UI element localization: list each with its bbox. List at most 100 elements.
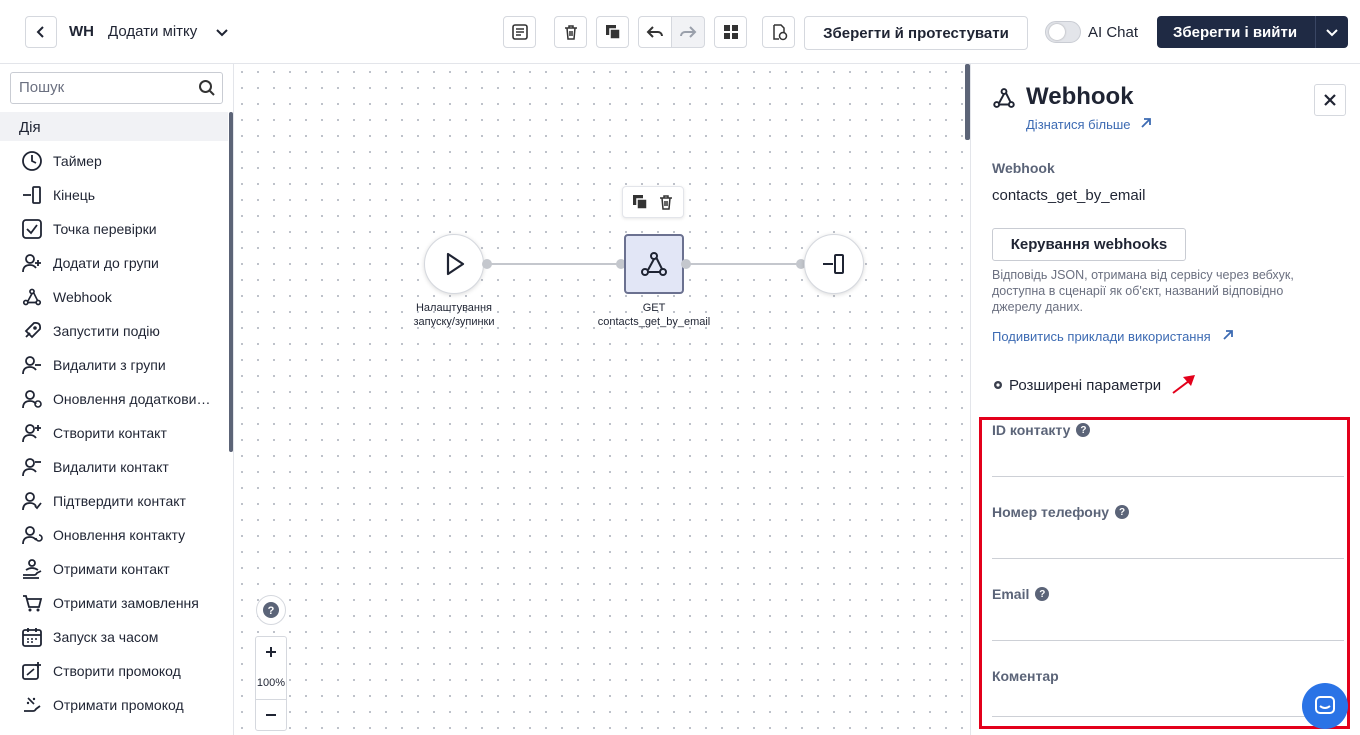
trash-icon <box>564 25 577 40</box>
sidebar-item-label: Webhook <box>53 289 112 305</box>
red-arrow-annotation <box>1172 375 1196 394</box>
flow-canvas[interactable]: Налаштування запуску/зупинки GET contact… <box>234 64 966 735</box>
phone-input[interactable] <box>992 558 1344 559</box>
field-phone-text: Номер телефону <box>992 504 1110 520</box>
update-contact-icon <box>21 524 43 546</box>
add-group-icon <box>21 252 43 274</box>
undo-button[interactable] <box>638 16 672 48</box>
copy-icon <box>605 25 621 40</box>
sidebar-item[interactable]: Оновлення додаткови… <box>0 382 228 416</box>
delete-button[interactable] <box>554 16 587 48</box>
sidebar-item-label: Підтвердити контакт <box>53 493 186 509</box>
node-toolbar <box>622 186 684 218</box>
sidebar-item[interactable]: Точка перевірки <box>0 212 228 246</box>
advanced-params-label: Розширені параметри <box>1009 376 1162 394</box>
sidebar-item[interactable]: Запуск за часом <box>0 620 228 654</box>
version-button[interactable] <box>762 16 795 48</box>
panel-title: Webhook <box>1026 83 1134 110</box>
sidebar-item[interactable]: Webhook <box>0 280 228 314</box>
sidebar-item-label: Оновлення додаткови… <box>53 391 211 407</box>
help-icon[interactable]: ? <box>1076 423 1091 437</box>
get-contact-icon <box>21 558 43 580</box>
start-node-port[interactable] <box>482 259 492 269</box>
comment-input[interactable] <box>992 716 1344 717</box>
help-icon[interactable]: ? <box>1035 587 1050 601</box>
usage-examples-link[interactable]: Подивитись приклади використання <box>992 329 1234 344</box>
sidebar-item-label: Видалити з групи <box>53 357 166 373</box>
search-icon[interactable] <box>198 79 216 97</box>
zoom-in-button[interactable] <box>255 636 287 668</box>
sidebar-item[interactable]: Таймер <box>0 144 228 178</box>
sidebar-item-label: Кінець <box>53 187 96 203</box>
trash-icon[interactable] <box>657 193 675 211</box>
save-and-test-button[interactable]: Зберегти й протестувати <box>804 16 1028 50</box>
sidebar-item-label: Отримати контакт <box>53 561 170 577</box>
help-button[interactable]: ? <box>256 595 286 625</box>
redo-button[interactable] <box>671 16 705 48</box>
back-button[interactable] <box>25 16 57 48</box>
advanced-params-toggle[interactable]: Розширені параметри <box>992 374 1197 396</box>
learn-more-label: Дізнатися більше <box>1026 117 1131 132</box>
external-link-icon <box>1223 330 1234 340</box>
sidebar-scrollbar[interactable] <box>229 112 233 452</box>
zoom-out-button[interactable] <box>255 699 287 731</box>
search-input[interactable] <box>19 79 189 96</box>
chevron-down-icon[interactable] <box>1325 25 1339 39</box>
add-contact-icon <box>21 422 43 444</box>
webhook-node-out-port[interactable] <box>681 259 691 269</box>
sidebar-item[interactable]: Створити контакт <box>0 416 228 450</box>
webhook-node-name: contacts_get_by_email <box>597 316 711 328</box>
sidebar-item-label: Точка перевірки <box>53 221 157 237</box>
sidebar-item[interactable]: Видалити з групи <box>0 348 228 382</box>
webhook-node[interactable] <box>624 234 684 294</box>
sidebar-item[interactable]: Видалити контакт <box>0 450 228 484</box>
help-icon[interactable]: ? <box>1115 505 1130 519</box>
copy-button[interactable] <box>596 16 629 48</box>
manage-webhooks-button[interactable]: Керування webhooks <box>992 228 1186 261</box>
field-label-email: Email ? <box>992 586 1050 602</box>
close-button[interactable] <box>1314 84 1346 116</box>
webhook-description: Відповідь JSON, отримана від сервісу чер… <box>992 268 1294 314</box>
chevron-down-icon[interactable] <box>214 24 230 40</box>
field-label-phone: Номер телефону ? <box>992 504 1130 520</box>
support-chat-button[interactable] <box>1302 683 1348 729</box>
start-node[interactable] <box>424 234 484 294</box>
email-input[interactable] <box>992 640 1344 641</box>
sidebar-item[interactable]: Створити промокод <box>0 654 228 688</box>
search-box <box>10 72 223 104</box>
start-node-label: Налаштування запуску/зупинки <box>384 301 524 329</box>
checkpoint-icon <box>21 218 43 240</box>
zoom-level: 100% <box>255 667 287 699</box>
learn-more-link[interactable]: Дізнатися більше <box>1026 117 1152 132</box>
end-icon <box>21 184 43 206</box>
help-icon: ? <box>263 602 279 618</box>
sidebar-item[interactable]: Оновлення контакту <box>0 518 228 552</box>
top-bar: WH Додати мітку Зберегти й протестувати … <box>0 0 1360 64</box>
start-label-line-2: запуску/зупинки <box>413 316 495 328</box>
action-sidebar: Дія Таймер Кінець Точка перевірки Додати до… <box>0 64 234 735</box>
usage-examples-label: Подивитись приклади використання <box>992 329 1211 344</box>
save-and-exit-button[interactable]: Зберегти і вийти <box>1157 16 1348 48</box>
end-node[interactable] <box>804 234 864 294</box>
sidebar-item-label: Таймер <box>53 153 102 169</box>
sidebar-item[interactable]: Отримати контакт <box>0 552 228 586</box>
section-header-action: Дія <box>0 112 228 141</box>
layout-button[interactable] <box>714 16 747 48</box>
save-and-exit-label: Зберегти і вийти <box>1173 24 1298 41</box>
sidebar-item[interactable]: Отримати замовлення <box>0 586 228 620</box>
notes-button[interactable] <box>503 16 536 48</box>
sidebar-item[interactable]: Підтвердити контакт <box>0 484 228 518</box>
ai-chat-toggle[interactable] <box>1045 21 1081 43</box>
sidebar-item[interactable]: Запустити подію <box>0 314 228 348</box>
undo-icon <box>646 26 663 38</box>
scenario-title[interactable]: Додати мітку <box>108 23 197 40</box>
sidebar-item-label: Видалити контакт <box>53 459 169 475</box>
copy-icon[interactable] <box>631 193 649 211</box>
sidebar-item[interactable]: Додати до групи <box>0 246 228 280</box>
contact-id-input[interactable] <box>992 476 1344 477</box>
chevron-left-icon <box>36 26 44 38</box>
field-contact-id-text: ID контакту <box>992 422 1071 438</box>
minus-icon <box>266 714 276 716</box>
sidebar-item[interactable]: Отримати промокод <box>0 688 228 722</box>
sidebar-item[interactable]: Кінець <box>0 178 228 212</box>
